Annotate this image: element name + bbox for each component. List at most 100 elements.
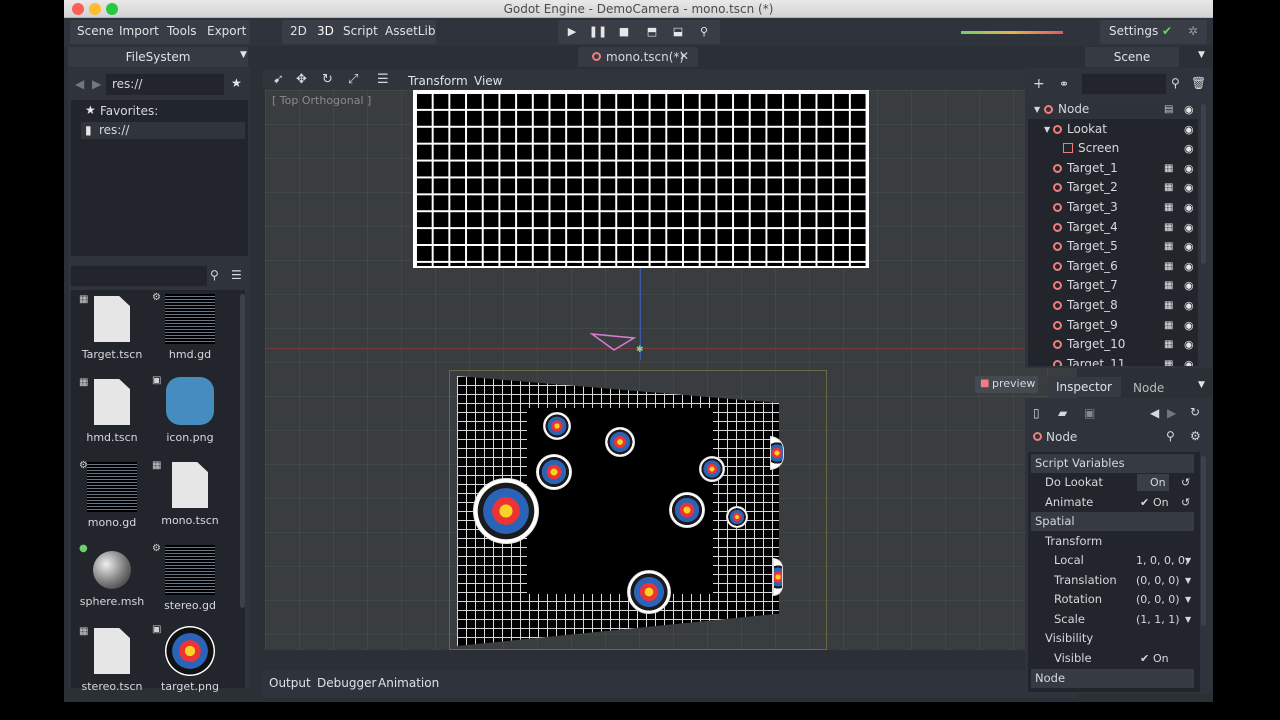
- instance-icon[interactable]: ▦: [1164, 218, 1173, 237]
- open-folder-icon[interactable]: ▰: [1058, 406, 1067, 420]
- mode-3d[interactable]: 3D: [317, 24, 334, 38]
- dock-menu-icon[interactable]: ▼: [1198, 380, 1205, 390]
- visibility-eye-icon[interactable]: ◉: [1184, 198, 1194, 217]
- search-icon[interactable]: ⚲: [1166, 429, 1175, 443]
- section-node[interactable]: Node: [1031, 669, 1194, 688]
- visibility-eye-icon[interactable]: ◉: [1184, 159, 1194, 178]
- file-item[interactable]: ⚙ stereo.gd: [152, 543, 225, 612]
- transform-menu[interactable]: Transform: [408, 74, 468, 88]
- link-icon[interactable]: ⚭: [1059, 77, 1069, 91]
- list-select-icon[interactable]: ☰: [377, 72, 389, 87]
- scale-value[interactable]: (1, 1, 1): [1136, 610, 1180, 629]
- tree-node[interactable]: Target_7 ▦ ◉: [1028, 276, 1198, 295]
- mode-script[interactable]: Script: [343, 24, 378, 38]
- tree-node[interactable]: ▼ Lookat ◉: [1028, 120, 1198, 139]
- search-icon[interactable]: ⚲: [1171, 76, 1180, 90]
- filesystem-header[interactable]: FileSystem: [68, 47, 248, 67]
- visibility-eye-icon[interactable]: ◉: [1184, 276, 1194, 295]
- close-tab-icon[interactable]: ✕: [679, 49, 689, 63]
- tree-node[interactable]: Target_2 ▦ ◉: [1028, 178, 1198, 197]
- do-lookat-checkbox[interactable]: On: [1137, 474, 1169, 491]
- file-item[interactable]: ▣ target.png: [152, 624, 225, 693]
- select-tool-icon[interactable]: ➹: [273, 72, 284, 87]
- menu-tools[interactable]: Tools: [167, 24, 197, 38]
- tree-node[interactable]: Target_3 ▦ ◉: [1028, 198, 1198, 217]
- file-item[interactable]: ▦ hmd.tscn: [77, 377, 147, 444]
- debugger-tab[interactable]: Debugger: [317, 676, 376, 690]
- dock-menu-icon[interactable]: ▼: [240, 50, 247, 60]
- instance-icon[interactable]: ▦: [1164, 198, 1173, 217]
- instance-icon[interactable]: ▦: [1164, 159, 1173, 178]
- dropdown-arrow-icon[interactable]: ▼: [1185, 595, 1191, 604]
- rotate-tool-icon[interactable]: ↻: [322, 72, 333, 87]
- instance-icon[interactable]: ▦: [1164, 296, 1173, 315]
- move-tool-icon[interactable]: ✥: [296, 72, 307, 87]
- 3d-viewport[interactable]: [ Top Orthogonal ] ✱: [265, 90, 1077, 650]
- menu-export[interactable]: Export: [207, 24, 246, 38]
- tree-node[interactable]: Target_11 ▦ ◉: [1028, 355, 1198, 366]
- scale-tool-icon[interactable]: ⤢: [348, 72, 358, 87]
- forward-arrow-icon[interactable]: ▶: [92, 77, 101, 91]
- node-tab[interactable]: Node: [1133, 381, 1164, 395]
- new-resource-icon[interactable]: ▯: [1033, 406, 1040, 420]
- tree-node[interactable]: Screen ◉: [1028, 139, 1198, 158]
- file-scrollbar[interactable]: [240, 294, 245, 608]
- tree-node[interactable]: Target_8 ▦ ◉: [1028, 296, 1198, 315]
- visibility-eye-icon[interactable]: ◉: [1184, 139, 1194, 158]
- instance-icon[interactable]: ▦: [1164, 316, 1173, 335]
- node-filter-input[interactable]: [1082, 74, 1166, 94]
- dropdown-arrow-icon[interactable]: ▼: [1185, 556, 1191, 565]
- revert-icon[interactable]: ↺: [1181, 493, 1190, 512]
- mode-2d[interactable]: 2D: [290, 24, 307, 38]
- section-spatial[interactable]: Spatial: [1031, 512, 1194, 531]
- mode-assetlib[interactable]: AssetLib: [385, 24, 435, 38]
- history-forward-icon[interactable]: ▶: [1167, 406, 1176, 420]
- file-item[interactable]: ⚙ hmd.gd: [152, 292, 225, 361]
- path-field[interactable]: res://: [106, 74, 224, 95]
- tree-node[interactable]: Target_10 ▦ ◉: [1028, 335, 1198, 354]
- inspector-scrollbar[interactable]: [1201, 456, 1206, 626]
- pause-icon[interactable]: ❚❚: [589, 24, 607, 38]
- dropdown-arrow-icon[interactable]: ▼: [1185, 576, 1191, 585]
- tree-node[interactable]: ▼ Node ▤ ◉: [1028, 100, 1198, 119]
- instance-icon[interactable]: ▦: [1164, 276, 1173, 295]
- play-icon[interactable]: ▶: [565, 24, 579, 38]
- list-view-icon[interactable]: ☰: [231, 268, 242, 282]
- tree-node[interactable]: Target_6 ▦ ◉: [1028, 257, 1198, 276]
- visibility-eye-icon[interactable]: ◉: [1184, 120, 1194, 139]
- animation-tab[interactable]: Animation: [378, 676, 439, 690]
- tree-scrollbar[interactable]: [1201, 104, 1206, 264]
- revert-icon[interactable]: ↺: [1181, 473, 1190, 492]
- instance-icon[interactable]: ▦: [1164, 178, 1173, 197]
- dock-menu-icon[interactable]: ▼: [1198, 50, 1205, 60]
- instance-icon[interactable]: ▦: [1164, 355, 1173, 366]
- menu-import[interactable]: Import: [119, 24, 159, 38]
- visibility-eye-icon[interactable]: ◉: [1184, 296, 1194, 315]
- file-item[interactable]: ⚙ mono.gd: [77, 460, 147, 529]
- instance-icon[interactable]: ▦: [1164, 335, 1173, 354]
- tree-node[interactable]: Target_5 ▦ ◉: [1028, 237, 1198, 256]
- inspector-tab[interactable]: Inspector: [1047, 377, 1121, 397]
- stop-icon[interactable]: ■: [617, 24, 631, 38]
- tree-node[interactable]: Target_9 ▦ ◉: [1028, 316, 1198, 335]
- visibility-eye-icon[interactable]: ◉: [1184, 257, 1194, 276]
- menu-scene[interactable]: Scene: [77, 24, 114, 38]
- visibility-eye-icon[interactable]: ◉: [1184, 218, 1194, 237]
- check-icon[interactable]: ✔: [1140, 493, 1149, 512]
- translation-value[interactable]: (0, 0, 0): [1136, 571, 1180, 590]
- visibility-eye-icon[interactable]: ◉: [1184, 178, 1194, 197]
- play-scene-icon[interactable]: ⬒: [645, 24, 659, 38]
- res-item[interactable]: ▮ res://: [81, 122, 245, 139]
- file-item[interactable]: ● sphere.msh: [77, 543, 147, 608]
- back-arrow-icon[interactable]: ◀: [75, 77, 84, 91]
- visibility-eye-icon[interactable]: ◉: [1184, 335, 1194, 354]
- dropdown-arrow-icon[interactable]: ▼: [1185, 615, 1191, 624]
- file-item[interactable]: ▣ icon.png: [152, 375, 225, 444]
- gear-icon[interactable]: ⚙: [1190, 429, 1201, 443]
- play-custom-icon[interactable]: ⬓: [671, 24, 685, 38]
- delete-icon[interactable]: 🗑: [1191, 76, 1206, 90]
- local-value[interactable]: 1, 0, 0, 0,: [1136, 551, 1188, 570]
- preview-toggle[interactable]: ■ preview: [975, 376, 1038, 393]
- rotation-value[interactable]: (0, 0, 0): [1136, 590, 1180, 609]
- viewport-label[interactable]: [ Top Orthogonal ]: [272, 94, 371, 107]
